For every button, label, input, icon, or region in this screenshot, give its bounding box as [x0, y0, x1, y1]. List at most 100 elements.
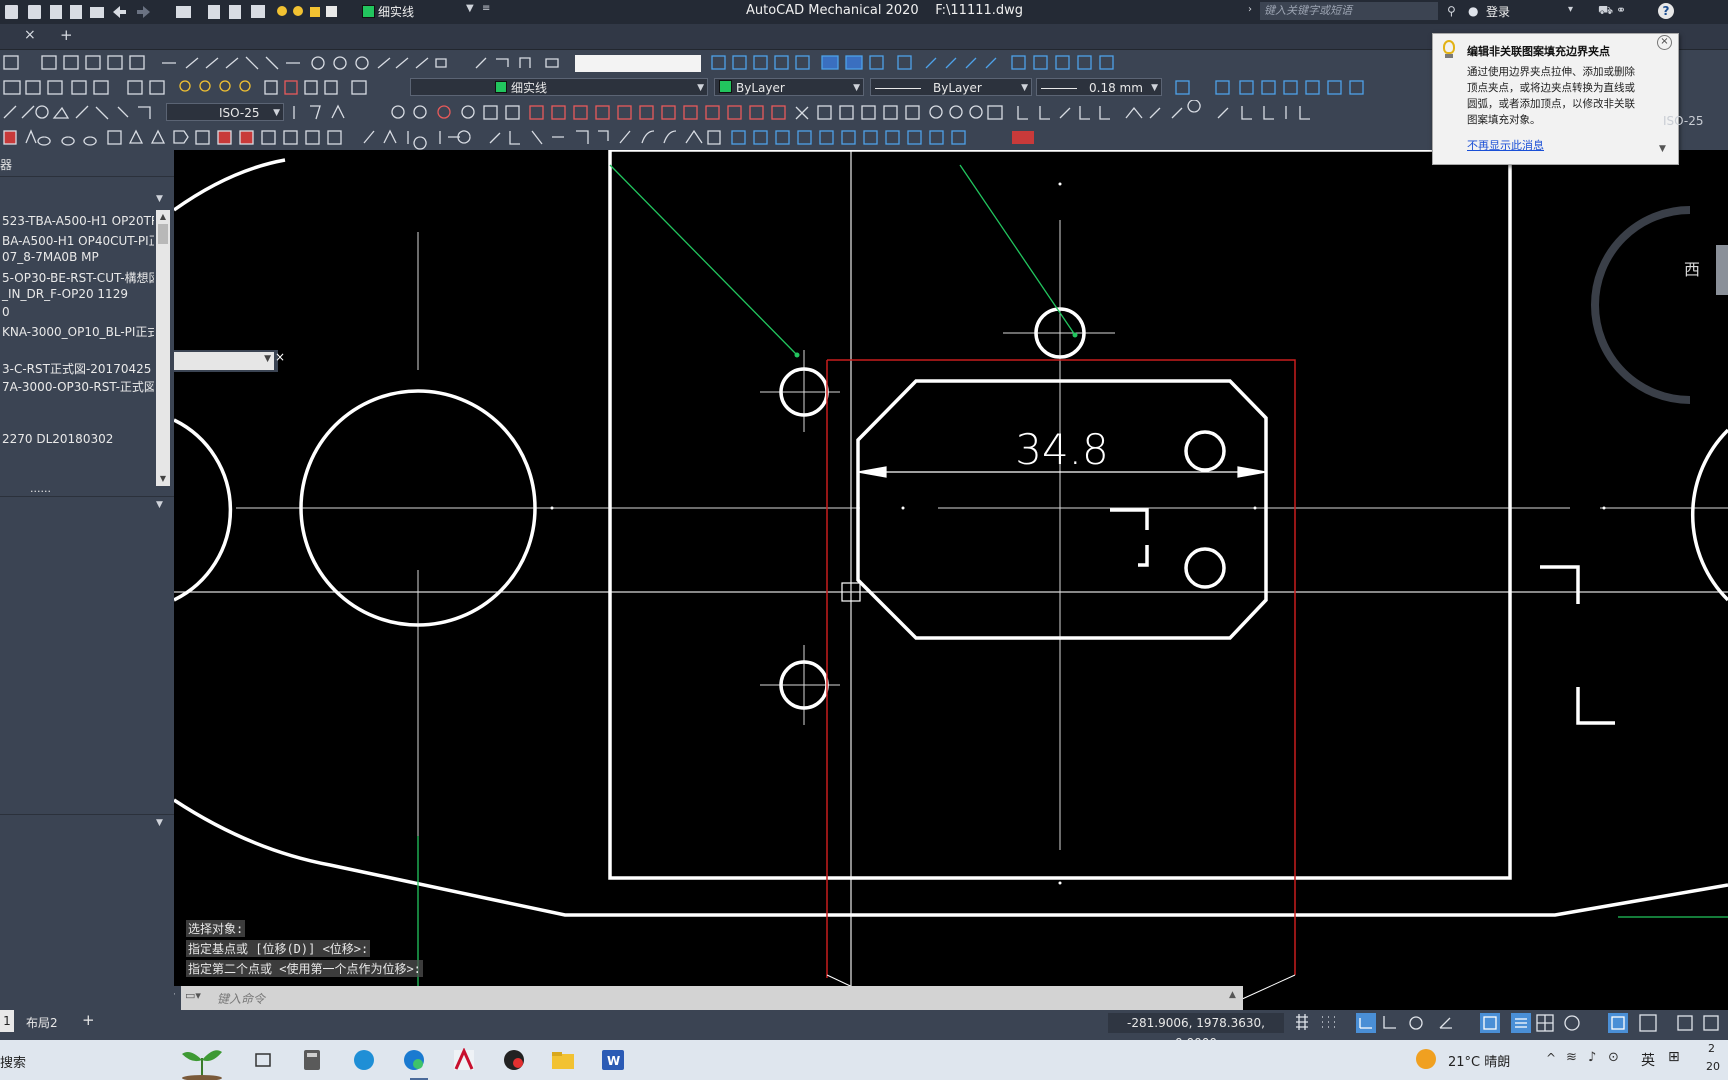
weather-text[interactable]: 21°C 晴朗 [1448, 1051, 1510, 1070]
leader-line-top [959, 164, 1076, 336]
login-dropdown-icon[interactable]: ▾ [1568, 4, 1573, 15]
file-list-item[interactable]: _IN_DR_F-OP20 1129 [2, 287, 128, 301]
file-list-item[interactable]: KNA-3000_OP10_BL-PI正式図 [2, 323, 154, 340]
tooltip-body-line: 圆弧，或者添加顶点，以修改非关联 [1467, 98, 1635, 110]
command-history-toggle-icon[interactable]: ▲ [1229, 990, 1236, 1000]
help-icon[interactable]: ? [1658, 3, 1674, 19]
edge-dev-icon [354, 1050, 374, 1070]
expand-arrow-icon[interactable]: › [1248, 4, 1252, 15]
file-list-item[interactable]: 523-TBA-A500-H1 OP20TRM [2, 214, 154, 228]
new-tab-button[interactable]: + [60, 26, 73, 44]
file-list-item[interactable]: 3-C-RST正式図-20170425 [2, 360, 151, 377]
layout-tab-2[interactable]: 布局2 [26, 1014, 58, 1031]
file-explorer-icon [552, 1052, 574, 1069]
color-combo[interactable]: ByLayer ▼ [714, 78, 864, 96]
ime-candidate-icon[interactable]: ⊙ [1608, 1050, 1619, 1065]
close-tooltip-icon[interactable]: × [1657, 35, 1672, 50]
file-list-more[interactable]: ...... [30, 482, 51, 495]
layer-combo-value: 细实线 [511, 81, 548, 95]
hole-pocket-lower [1184, 547, 1226, 589]
drawing-canvas[interactable]: 34.8 西 ▸✋⚲⟲⊕⇅ ▼ × 选择对象: 指定基点或 [位移(D)] [174, 150, 1728, 1010]
share-icon[interactable]: ⚭ [1616, 3, 1626, 17]
volume-icon[interactable]: ♪ [1588, 1050, 1596, 1065]
close-tab-icon[interactable]: × [24, 27, 36, 43]
scroll-down-icon[interactable]: ▼ [156, 472, 170, 486]
tooltip-body-line: 通过使用边界夹点拉伸、添加或删除 [1467, 66, 1635, 78]
edge-icon [404, 1050, 424, 1070]
toolbar-row-2-icons[interactable] [0, 75, 380, 100]
lineweight-preview [1041, 88, 1077, 89]
status-bar: 1 布局2 + -281.9006, 1978.3630, 0.0000 [0, 1010, 1728, 1050]
file-list: 523-TBA-A500-H1 OP20TRM BA-A500-H1 OP40CU… [0, 214, 154, 486]
command-history-line-1: 选择对象: [186, 920, 246, 937]
tooltip-expand-icon[interactable]: ▼ [1659, 144, 1666, 154]
dim-style-combo[interactable]: ISO-25 ▼ [166, 103, 284, 121]
ime-language[interactable]: 英 [1641, 1050, 1655, 1070]
layer-combo[interactable]: 细实线 ▼ [410, 78, 708, 96]
section-collapse-icon[interactable]: ▼ [156, 500, 163, 510]
search-input[interactable]: 键入关键字或短语 [1260, 2, 1438, 20]
close-icon[interactable]: × [275, 350, 285, 364]
taskbar-apps[interactable]: W [254, 1048, 634, 1074]
modify-icons[interactable] [0, 125, 1040, 150]
dim-style-right[interactable]: ISO-25 [1663, 114, 1704, 128]
file-list-item[interactable]: BA-A500-H1 OP40CUT-PI正式 [2, 232, 154, 249]
binoculars-icon[interactable]: ⚲ [1447, 4, 1456, 18]
scroll-up-icon[interactable]: ▲ [156, 210, 170, 224]
chevron-down-icon: ▼ [853, 83, 860, 93]
leader-line-left [609, 164, 798, 356]
lightbulb-icon [1443, 40, 1455, 54]
left-partial-circle [174, 418, 233, 602]
ime-mode-icon[interactable]: ⊞ [1668, 1049, 1680, 1065]
command-prompt-icon[interactable]: ▭▾ [174, 989, 175, 1002]
add-layout-button[interactable]: + [82, 1011, 95, 1029]
file-list-item[interactable]: 0 [2, 305, 10, 319]
linetype-combo[interactable]: ByLayer ▼ [870, 78, 1032, 96]
cart-icon[interactable]: ⛟ [1598, 3, 1613, 19]
tray-chevron-icon[interactable]: ^ [1546, 1051, 1556, 1065]
taskbar-search[interactable]: 搜索 [0, 1052, 26, 1071]
file-list-item[interactable]: 7A-3000-OP30-RST-正式図-1 [2, 378, 154, 395]
lineweight-combo[interactable]: 0.18 mm ▼ [1036, 78, 1162, 96]
hint-tooltip: × 编辑非关联图案填充边界夹点 通过使用边界夹点拉伸、添加或删除 顶点夹点，或将… [1432, 33, 1679, 165]
panel-section-3: ▼ [0, 814, 174, 835]
file-list-item[interactable]: 2270 DL20180302 [2, 432, 113, 446]
view-combo[interactable]: ▼ [174, 352, 274, 370]
file-list-scrollbar[interactable]: ▲ ▼ [156, 210, 170, 486]
svg-text:W: W [607, 1054, 620, 1068]
clock-date[interactable]: 20 [1706, 1060, 1720, 1073]
file-panel: 器 ▼ ▲ ▼ 523-TBA-A500-H1 OP20TRM BA-A500-H… [0, 150, 174, 1010]
tooltip-body: 通过使用边界夹点拉伸、添加或删除 顶点夹点，或将边夹点转换为直线或 圆弧，或者添… [1467, 64, 1635, 128]
task-view-icon [255, 1053, 271, 1067]
dont-show-again-link[interactable]: 不再显示此消息 [1467, 137, 1544, 153]
file-list-item[interactable]: 5-OP30-BE-RST-CUT-構想図 [2, 269, 154, 286]
file-list-item[interactable]: 07_8-7MA0B MP [2, 250, 99, 264]
scroll-thumb[interactable] [158, 224, 168, 244]
centerline-hole-left [760, 350, 840, 725]
quick-access-toolbar[interactable] [0, 0, 500, 24]
calculator-icon [304, 1050, 320, 1070]
layer-dropdown-arrow-icon[interactable]: ▼ [466, 3, 474, 14]
clock-time[interactable]: 2 [1708, 1042, 1715, 1055]
layout-tab-1[interactable]: 1 [0, 1010, 14, 1032]
section-collapse-icon[interactable]: ▼ [156, 818, 163, 828]
color-combo-value: ByLayer [736, 81, 785, 95]
dimension-arrow-right [1237, 466, 1267, 478]
wifi-icon[interactable]: ≋ [1566, 1050, 1577, 1065]
login-button[interactable]: 登录 [1486, 3, 1510, 20]
quick-layer-name[interactable]: 细实线 [378, 3, 414, 20]
panel-dropdown-icon[interactable]: ▼ [156, 194, 163, 204]
panel-section-2: ▼ [0, 496, 174, 517]
leader-endpoint [794, 352, 800, 358]
file-panel-header: 器 [0, 150, 174, 177]
command-input[interactable]: ▭▾ 键入命令 ▲ [181, 986, 1243, 1010]
cad-drawing[interactable]: 34.8 西 [174, 150, 1728, 1010]
status-toggles[interactable] [1290, 1010, 1728, 1036]
weather-moon-icon [1416, 1049, 1436, 1069]
chevron-down-icon: ▼ [264, 354, 271, 364]
coordinate-readout[interactable]: -281.9006, 1978.3630, 0.0000 [1108, 1013, 1284, 1050]
draw-icons[interactable] [0, 100, 160, 125]
toolbar-row-2-right-icons[interactable] [1170, 75, 1430, 100]
customize-qat-icon[interactable]: ≡ [482, 3, 490, 14]
view-toolbar: ▸✋⚲⟲⊕⇅ ▼ [174, 350, 278, 372]
